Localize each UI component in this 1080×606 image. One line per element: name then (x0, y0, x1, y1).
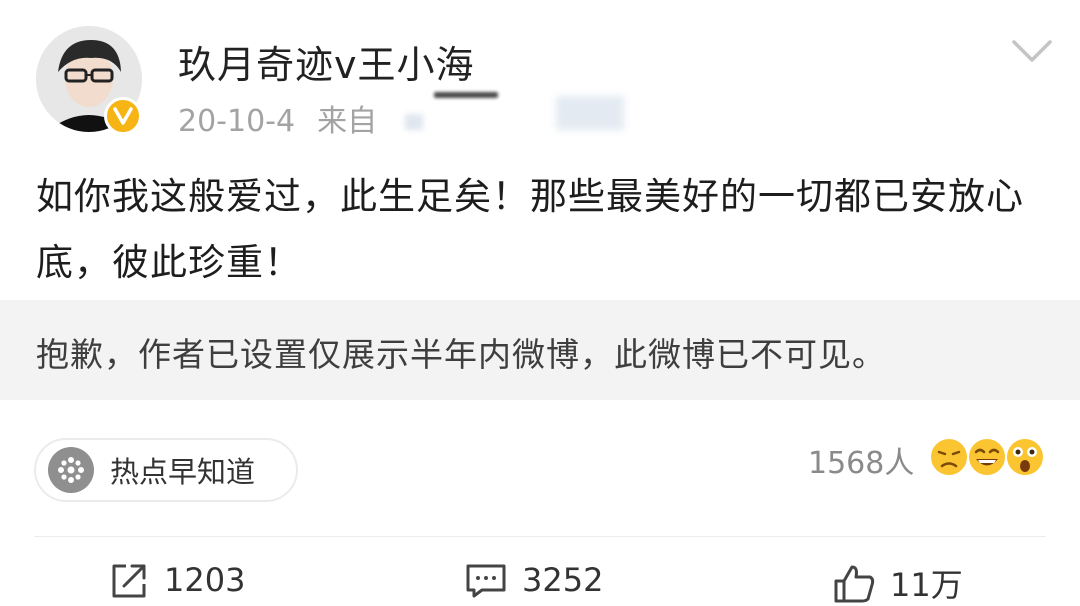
post-date: 20-10-4 (178, 104, 296, 139)
redacted-mark (434, 92, 498, 98)
like-button[interactable]: 11万 (832, 560, 963, 606)
topic-chip[interactable]: 热点早知道 (34, 438, 298, 502)
reactions-count[interactable]: 1568人 (808, 438, 914, 482)
divider (34, 536, 1046, 537)
comment-count: 3252 (522, 561, 604, 599)
notice-text: 抱歉，作者已设置仅展示半年内微博，此微博已不可见。 (36, 335, 886, 374)
comment-icon (466, 564, 506, 598)
post-text: 如你我这般爱过，此生足矣！那些最美好的一切都已安放心底，彼此珍重！ (36, 175, 1024, 284)
laugh-emoji-icon[interactable] (966, 436, 1008, 478)
like-count: 11万 (890, 566, 963, 604)
repost-icon (112, 564, 146, 598)
redacted-mark (556, 96, 624, 130)
notice-box: 抱歉，作者已设置仅展示半年内微博，此微博已不可见。 (0, 300, 1080, 400)
chevron-down-icon[interactable] (1010, 36, 1054, 66)
post-meta: 20-10-4 来自 (178, 96, 377, 140)
comment-button[interactable]: 3252 (464, 560, 603, 600)
sad-emoji-icon[interactable] (928, 436, 970, 478)
author-name[interactable]: 玖月奇迹v王小海 (178, 34, 475, 89)
topic-icon (48, 447, 94, 493)
post-source-label: 来自 (317, 104, 378, 139)
redacted-mark (405, 114, 423, 130)
surprised-emoji-icon[interactable] (1004, 436, 1046, 478)
repost-count: 1203 (164, 561, 246, 599)
topic-label: 热点早知道 (110, 455, 256, 489)
verified-badge-icon (104, 97, 142, 135)
like-icon (834, 565, 875, 603)
repost-button[interactable]: 1203 (108, 560, 245, 600)
